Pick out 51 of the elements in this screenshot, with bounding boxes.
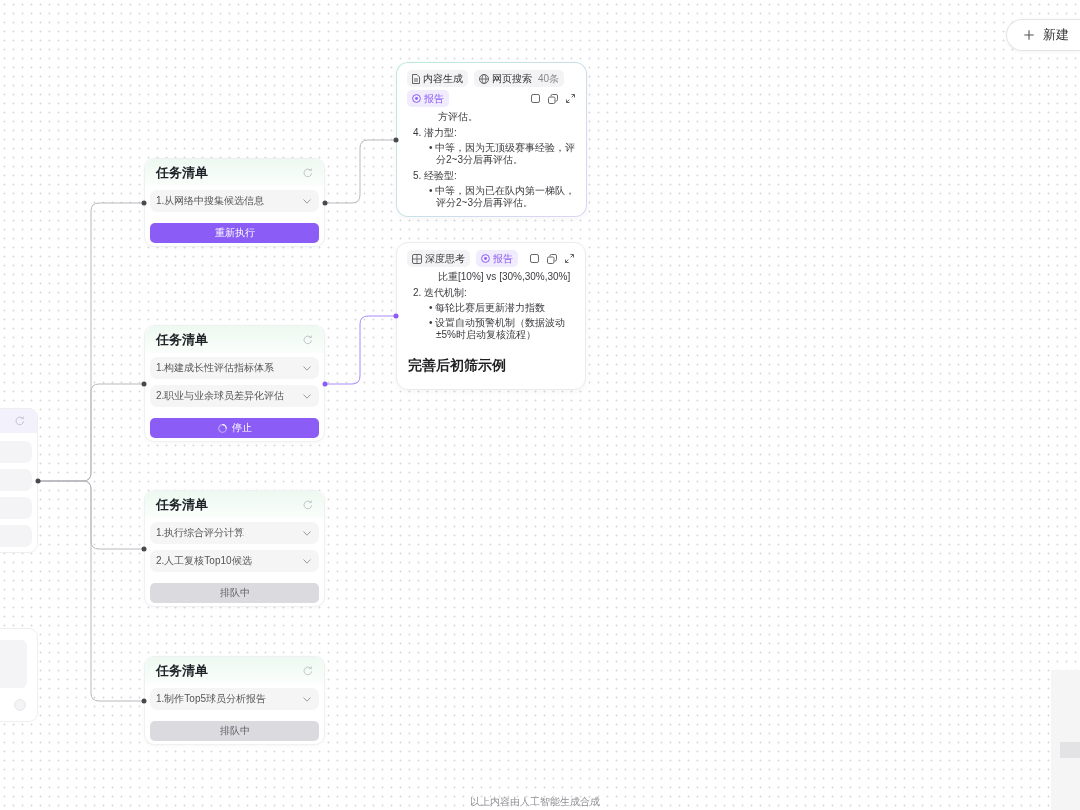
duplicate-icon[interactable] bbox=[547, 253, 557, 264]
card-title: 任务清单 bbox=[156, 495, 208, 514]
body-text: 方评估。 bbox=[437, 111, 479, 123]
numbered-item: 4. 潜力型: bbox=[412, 127, 458, 139]
task-dropdown[interactable]: 1.制作Top5球员分析报告 bbox=[150, 688, 319, 710]
duplicate-icon[interactable] bbox=[548, 93, 558, 104]
report-chip[interactable]: 报告 bbox=[407, 90, 449, 107]
body-text: 比重[10%] vs [30%,30%,30%] bbox=[437, 271, 572, 283]
task-dropdown[interactable]: 2.职业与业余球员差异化评估 bbox=[150, 385, 319, 407]
search-chip[interactable]: 网页搜索 40条 bbox=[474, 70, 565, 87]
port-dot-icon[interactable] bbox=[35, 478, 41, 484]
content-chip[interactable]: 内容生成 bbox=[407, 70, 468, 87]
expand-icon[interactable] bbox=[566, 94, 575, 103]
card-title: 任务清单 bbox=[156, 163, 208, 182]
port-dot-icon[interactable] bbox=[322, 200, 328, 206]
port-dot-icon[interactable] bbox=[141, 546, 147, 552]
card-title: 任务清单 bbox=[156, 330, 208, 349]
bullet-item: • 每轮比赛后更新潜力指数 bbox=[428, 302, 547, 314]
spinner-icon bbox=[217, 423, 227, 433]
disclaimer-text: 以上内容由人工智能生成合成 bbox=[470, 795, 600, 808]
thinking-chip[interactable]: 深度思考 bbox=[407, 250, 470, 267]
port-dot-icon[interactable] bbox=[393, 137, 399, 143]
card-title: 任务清单 bbox=[156, 661, 208, 680]
action-button[interactable]: 重新执行 bbox=[150, 223, 319, 243]
globe-icon bbox=[479, 73, 489, 84]
report-chip[interactable]: 报告 bbox=[476, 250, 518, 267]
ring-icon bbox=[481, 254, 490, 263]
new-button[interactable]: 新建 bbox=[1006, 19, 1080, 51]
bullet-item: • 设置自动预警机制（数据波动±5%时启动复核流程） bbox=[428, 317, 567, 341]
document-icon bbox=[412, 73, 420, 84]
numbered-item: 2. 迭代机制: bbox=[412, 287, 468, 299]
numbered-item: 5. 经验型: bbox=[412, 170, 458, 182]
bullet-item: • 中等，因为无顶级赛事经验，评分2~3分后再评估。 bbox=[428, 142, 577, 166]
port-dot-icon[interactable] bbox=[141, 381, 147, 387]
bullet-item: • 中等，因为已在队内第一梯队，评分2~3分后再评估。 bbox=[428, 185, 577, 209]
task-dropdown[interactable]: 1.构建成长性评估指标体系 bbox=[150, 357, 319, 379]
task-dropdown[interactable]: 2.人工复核Top10候选 bbox=[150, 550, 319, 572]
port-dot-icon[interactable] bbox=[322, 381, 328, 387]
action-button[interactable]: 停止 bbox=[150, 418, 319, 438]
port-dot-icon[interactable] bbox=[141, 200, 147, 206]
port-dot-icon[interactable] bbox=[141, 698, 147, 704]
copy-icon[interactable] bbox=[531, 94, 540, 103]
ring-icon bbox=[412, 94, 421, 103]
section-heading: 完善后初筛示例 bbox=[408, 357, 507, 374]
plus-icon bbox=[1024, 30, 1034, 40]
grid-icon bbox=[412, 253, 422, 264]
copy-icon[interactable] bbox=[530, 254, 539, 263]
task-dropdown[interactable]: 1.从网络中搜集候选信息 bbox=[150, 190, 319, 212]
port-dot-icon[interactable] bbox=[393, 313, 399, 319]
task-dropdown[interactable]: 1.执行综合评分计算 bbox=[150, 522, 319, 544]
expand-icon[interactable] bbox=[565, 254, 574, 263]
